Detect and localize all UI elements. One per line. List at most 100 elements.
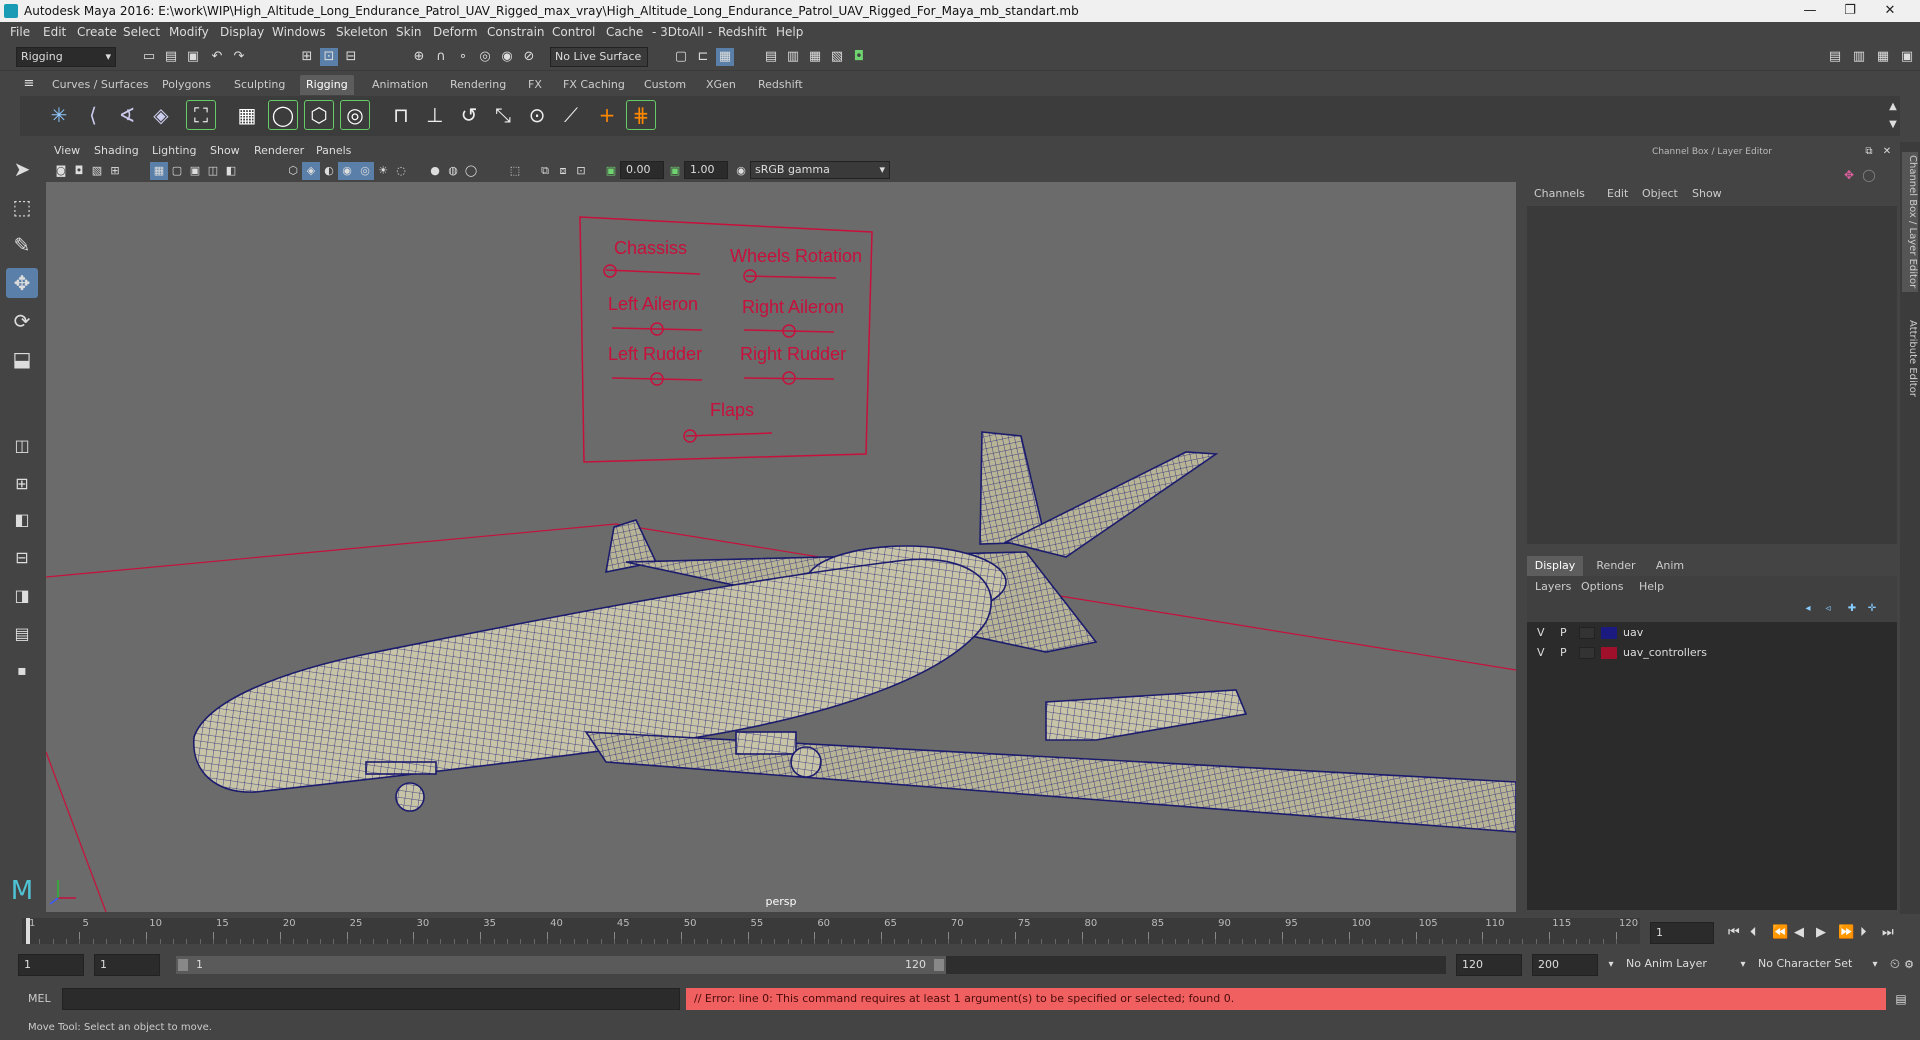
range-slider-handle[interactable]: 1 120 [176,956,946,974]
go-to-end-icon[interactable]: ⏭ [1882,922,1894,944]
joint-tool-icon[interactable]: ✳ [44,100,74,130]
side-tab-channel-box[interactable]: Channel Box / Layer Editor [1902,152,1918,292]
open-scene-icon[interactable]: ▤ [162,48,180,66]
pole-vector-icon[interactable]: ⟋ [556,100,586,130]
tab-fx[interactable]: FX [522,75,548,95]
exposure-icon[interactable]: ▣ [602,162,620,180]
maximize-button[interactable]: ❐ [1830,0,1870,22]
tab-fx-caching[interactable]: FX Caching [557,75,631,95]
orient-constraint-icon[interactable]: ↺ [454,100,484,130]
menu-cache[interactable]: Cache [606,22,643,43]
menu-deform[interactable]: Deform [433,22,478,43]
field-chart-icon[interactable]: ⊡ [572,162,590,180]
menu-set-dropdown[interactable]: Rigging ▾ [16,47,116,67]
redshift-render-icon[interactable]: ◘ [850,48,868,66]
rotate-tool-icon[interactable]: ⟳ [6,306,38,336]
close-button[interactable]: ✕ [1870,0,1910,22]
menu-3dtoall[interactable]: - 3DtoAll - [652,22,712,43]
tab-animation[interactable]: Animation [366,75,434,95]
depth-of-field-icon[interactable]: ◯ [462,162,480,180]
layout-menu-icon[interactable]: ▪ [6,656,38,686]
uav-main-wheel[interactable] [790,746,822,778]
new-layer-selected-icon[interactable]: ✛ [1863,600,1881,618]
range-slider-left-grip[interactable] [178,959,188,971]
menu-redshift[interactable]: Redshift [718,22,767,43]
lattice-icon[interactable]: ▦ [232,100,262,130]
layer-color-swatch[interactable] [1601,627,1617,639]
tab-polygons[interactable]: Polygons [156,75,217,95]
tab-display[interactable]: Display [1527,556,1583,576]
shelf-menu-icon[interactable]: ≡ [20,75,38,93]
hypershade-layout-icon[interactable]: ◨ [6,580,38,610]
snap-grid-icon[interactable]: ⊕ [410,48,428,66]
channels-menu[interactable]: Channels [1534,184,1585,204]
playback-start-field[interactable]: 1 [94,954,160,976]
playback-end-field[interactable]: 120 [1456,954,1522,976]
color-management-icon[interactable]: ◉ [732,162,750,180]
layer-color-swatch[interactable] [1601,647,1617,659]
use-lights-icon[interactable]: ◧ [222,162,240,180]
help-menu[interactable]: Help [1639,578,1664,596]
cluster-icon[interactable]: ◯ [268,100,298,130]
view-transform-dropdown[interactable]: sRGB gamma ▾ [750,161,890,179]
construction-history-icon[interactable]: ▢ [672,48,690,66]
tab-anim[interactable]: Anim [1644,556,1696,576]
tab-redshift[interactable]: Redshift [752,75,809,95]
aim-constraint-icon[interactable]: ⊙ [522,100,552,130]
current-time-indicator[interactable] [26,918,30,944]
new-layer-icon[interactable]: ✚ [1843,600,1861,618]
move-tool-icon[interactable]: ✥ [6,268,38,298]
menu-file[interactable]: File [10,22,30,43]
light-icon[interactable]: ☀ [374,162,392,180]
play-forwards-icon[interactable]: ▶ [1816,922,1826,944]
layer-playback-toggle[interactable]: P [1560,644,1567,662]
outliner-layout-icon[interactable]: ▤ [6,618,38,648]
snap-point-icon[interactable]: ∘ [454,48,472,66]
isolate-select-icon[interactable]: ● [426,162,444,180]
step-forward-key-icon[interactable]: ⏩ [1838,922,1854,944]
tab-render[interactable]: Render [1590,556,1642,576]
wireframe-on-shaded-icon[interactable]: ⬡ [284,162,302,180]
ik-handle-icon[interactable]: ⟨ [78,100,108,130]
parent-constraint-icon[interactable]: ⊓ [386,100,416,130]
move-layer-down-icon[interactable]: ◃ [1819,600,1837,618]
wireframe-icon[interactable]: ▦ [150,162,168,180]
time-slider[interactable]: 1 5 10 15 20 25 30 35 40 45 50 55 60 65 70 75 80 85 90 95 10… [22,918,1640,944]
uav-model[interactable] [193,431,1516,833]
bounding-box-icon[interactable]: ◫ [204,162,222,180]
menu-skeleton[interactable]: Skeleton [336,22,388,43]
viewport-menu-show[interactable]: Show [210,142,240,160]
select-object-icon[interactable]: ⊡ [320,48,338,66]
layer-row-uav[interactable]: V P uav [1527,624,1897,642]
tab-xgen[interactable]: XGen [700,75,742,95]
script-language-label[interactable]: MEL [28,986,51,1012]
attribute-editor-toggle-icon[interactable]: ▥ [1850,48,1868,66]
play-backwards-icon[interactable]: ◀ [1794,922,1804,944]
snap-curve-icon[interactable]: ∩ [432,48,450,66]
render-ipr-icon[interactable]: ▥ [784,48,802,66]
close-panel-icon[interactable]: ✕ [1878,143,1896,161]
select-hierarchy-icon[interactable]: ⊞ [298,48,316,66]
menu-windows[interactable]: Windows [272,22,326,43]
flat-shade-icon[interactable]: ▣ [186,162,204,180]
channel-box-area[interactable] [1527,206,1897,544]
step-back-frame-icon[interactable]: ⏴ [1750,922,1757,944]
viewport-menu-lighting[interactable]: Lighting [152,142,196,160]
tab-rigging[interactable]: Rigging [300,75,354,95]
menu-skin[interactable]: Skin [396,22,422,43]
uav-wingtip-pod[interactable] [1045,689,1248,741]
channel-box-toggle-icon[interactable]: ✥ [1840,166,1858,184]
channel-box-settings-icon[interactable]: ◯ [1860,166,1878,184]
channel-show-menu[interactable]: Show [1692,184,1722,204]
live-surface-field[interactable]: No Live Surface [550,47,648,67]
snap-surface-icon[interactable]: ◉ [498,48,516,66]
gamma-field[interactable]: 1.00 [684,161,728,179]
layer-name[interactable]: uav [1623,624,1643,642]
menu-display[interactable]: Display [220,22,264,43]
anim-layer-dropdown[interactable]: No Anim Layer [1622,954,1734,976]
minimize-button[interactable]: — [1790,0,1830,22]
cluster-handle-icon[interactable]: ⋕ [626,100,656,130]
menu-modify[interactable]: Modify [169,22,209,43]
current-frame-field[interactable]: 1 [1650,922,1714,944]
animation-start-field[interactable]: 1 [18,954,84,976]
